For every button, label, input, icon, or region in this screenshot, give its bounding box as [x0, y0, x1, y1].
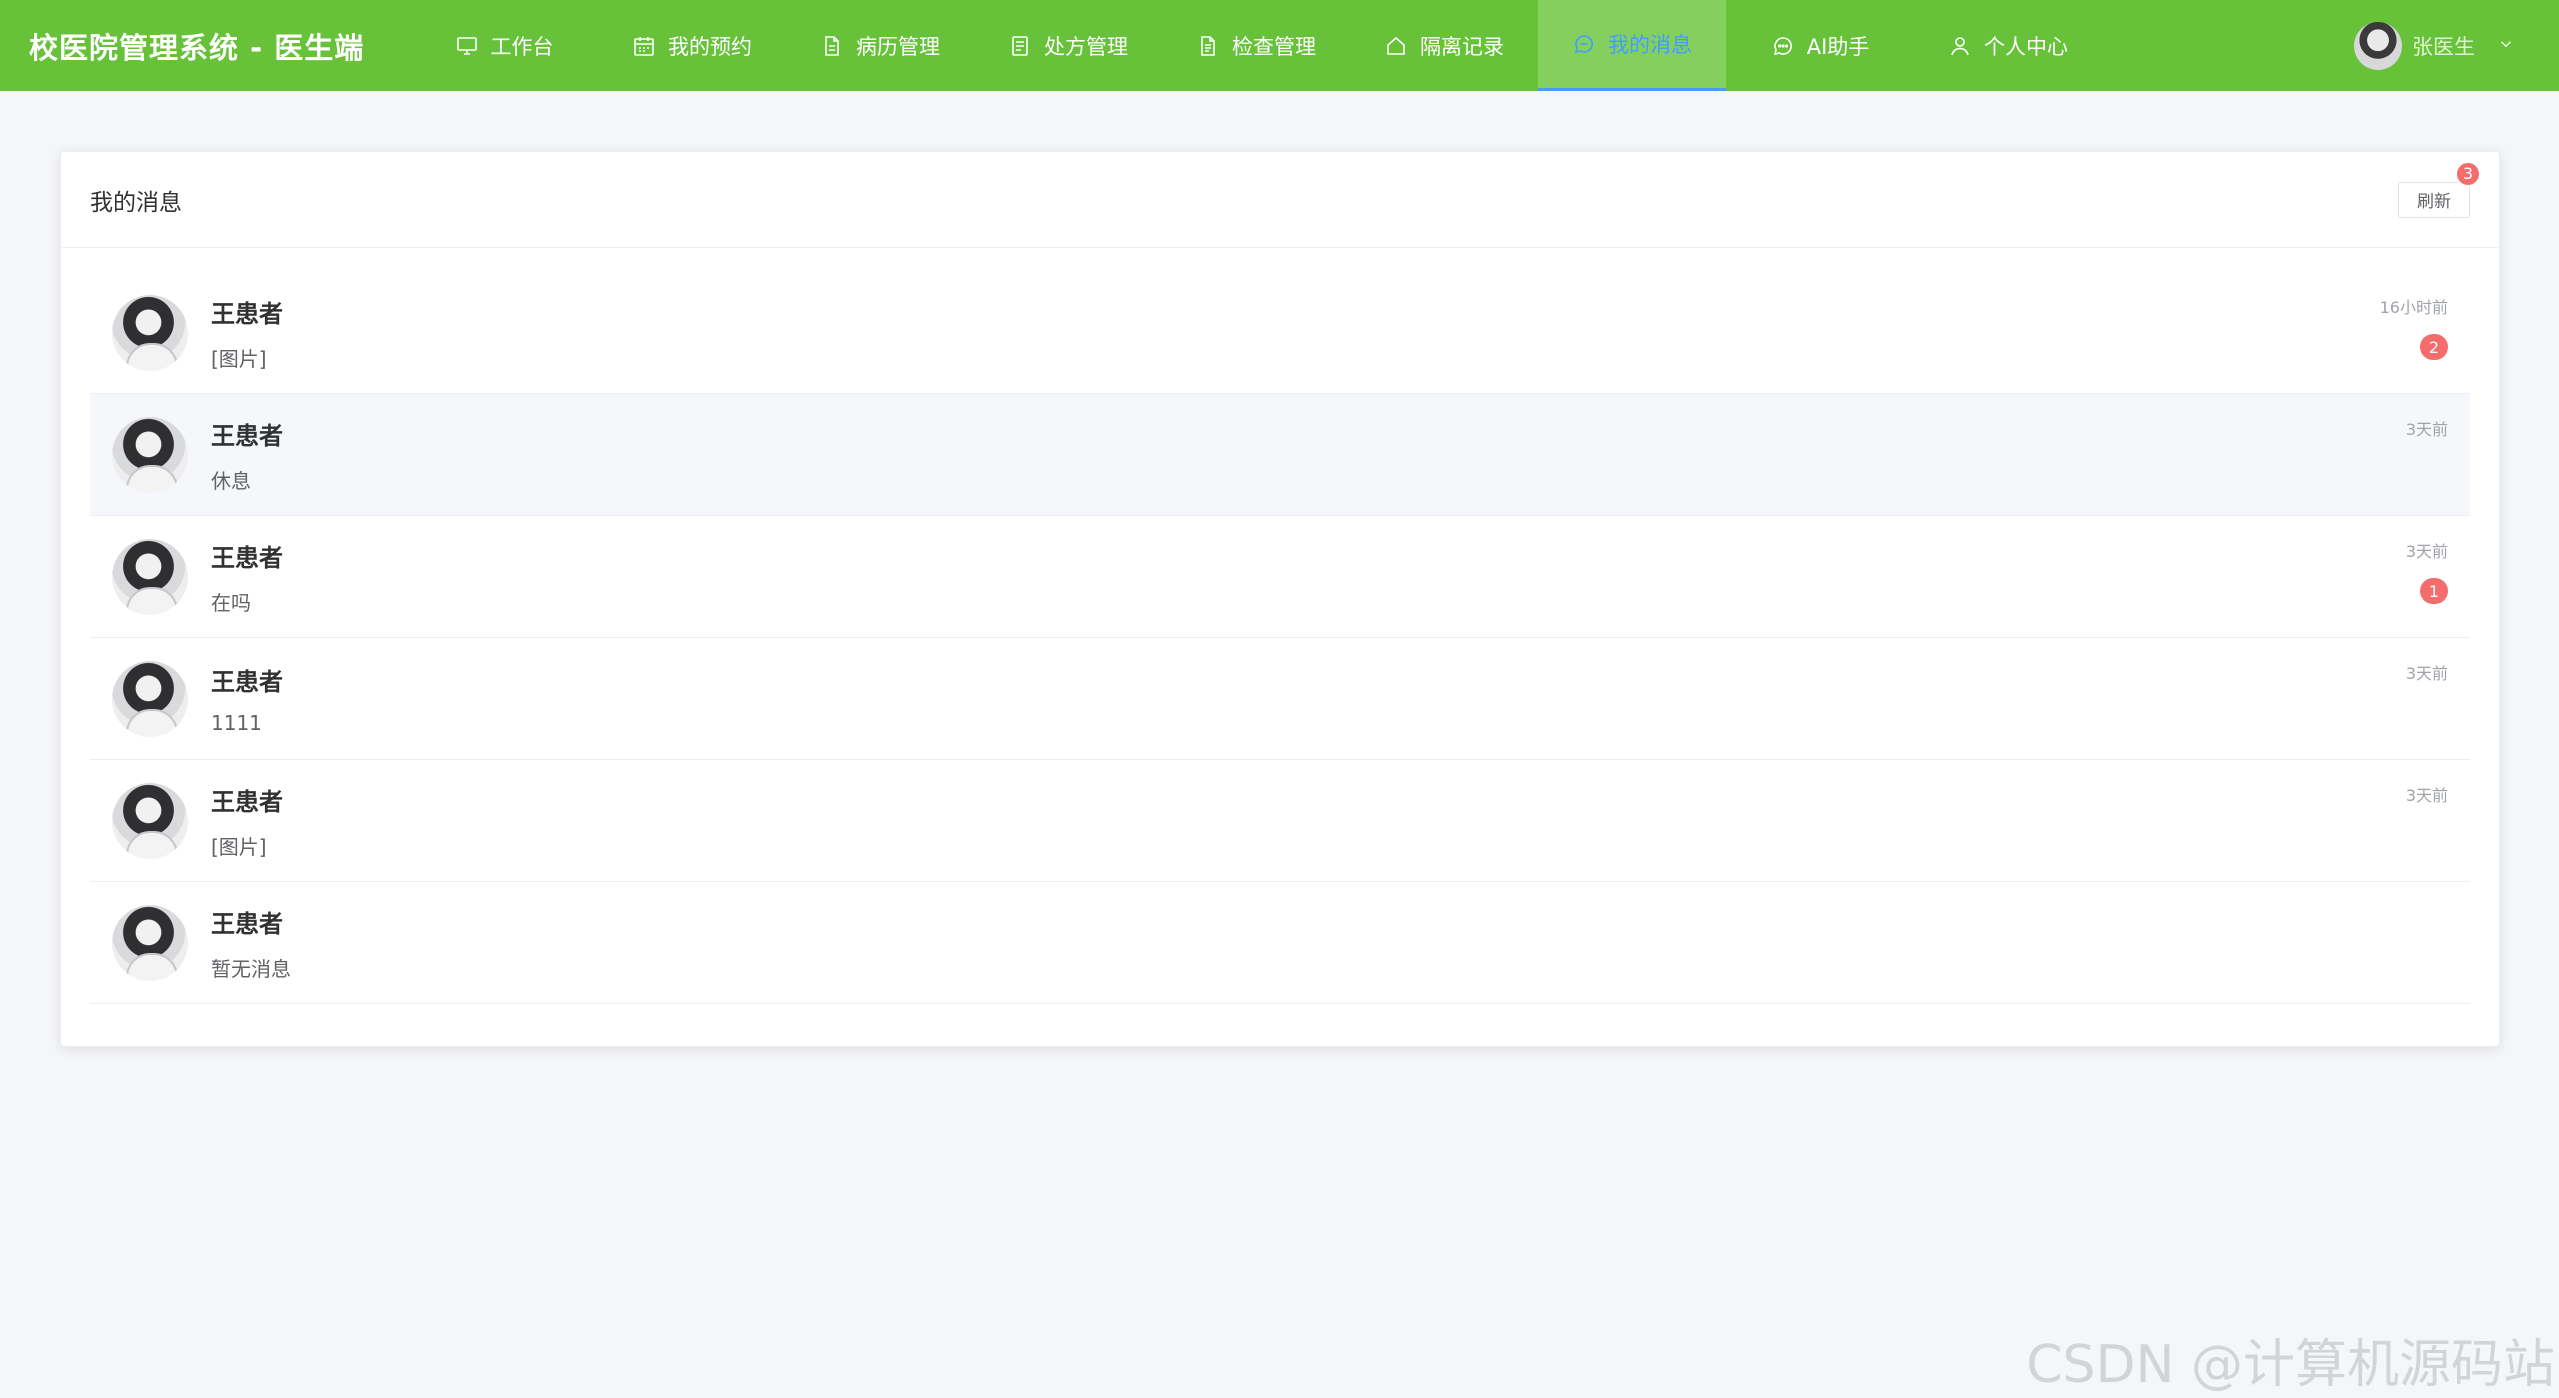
nav-item-workbench[interactable]: 工作台 [410, 0, 598, 91]
list-document-icon [1008, 34, 1032, 58]
message-meta: 3天前 1 [2406, 538, 2448, 604]
message-item[interactable]: 王患者 [图片] 3天前 [90, 760, 2470, 882]
message-body: 王患者 [图片] [211, 294, 2448, 372]
message-preview: 在吗 [211, 590, 251, 615]
messages-card: 我的消息 刷新 3 王患者 [图片] 16小时前 2 王患者 休息 3天前 王患… [60, 151, 2500, 1047]
message-item[interactable]: 王患者 暂无消息 [90, 882, 2470, 1004]
nav-item-my-appointments[interactable]: 我的预约 [598, 0, 786, 91]
message-list: 王患者 [图片] 16小时前 2 王患者 休息 3天前 王患者 在吗 3天前 1… [61, 272, 2499, 1004]
refresh-button-label: 刷新 [2417, 192, 2451, 212]
avatar [112, 294, 188, 371]
message-body: 王患者 [图片] [211, 782, 2448, 860]
sender-name: 王患者 [211, 668, 283, 696]
report-icon [1196, 34, 1220, 58]
top-navigation-bar: 校医院管理系统 - 医生端 工作台 我的预约 病历管理 处方管理 检查管理 隔离… [0, 0, 2559, 91]
nav-item-ai-assistant[interactable]: AI助手 [1726, 0, 1914, 91]
message-body: 王患者 暂无消息 [211, 904, 2448, 982]
message-body: 王患者 休息 [211, 416, 2448, 494]
nav-item-label: AI助手 [1806, 34, 1870, 59]
card-header: 我的消息 刷新 3 [61, 152, 2499, 248]
chevron-down-icon [2497, 34, 2515, 58]
nav-item-prescriptions[interactable]: 处方管理 [974, 0, 1162, 91]
nav-item-my-messages[interactable]: 我的消息 [1538, 0, 1726, 91]
nav-item-label: 病历管理 [856, 34, 940, 59]
avatar [112, 904, 188, 981]
sender-name: 王患者 [211, 299, 283, 328]
unread-badge: 1 [2420, 578, 2448, 604]
message-item[interactable]: 王患者 [图片] 16小时前 2 [90, 272, 2470, 394]
message-preview: 休息 [211, 468, 251, 493]
message-item[interactable]: 王患者 休息 3天前 [90, 394, 2470, 516]
calendar-icon [632, 34, 656, 58]
nav-item-examinations[interactable]: 检查管理 [1162, 0, 1350, 91]
document-icon [820, 34, 844, 58]
avatar [112, 782, 188, 859]
nav-item-label: 个人中心 [1984, 34, 2068, 59]
watermark: CSDN @计算机源码站 [2026, 1335, 2555, 1395]
message-time: 3天前 [2405, 664, 2448, 683]
message-meta: 16小时前 2 [2380, 294, 2448, 360]
avatar [112, 538, 188, 615]
message-preview: 暂无消息 [211, 956, 291, 981]
message-meta: 3天前 [2406, 782, 2448, 806]
message-body: 王患者 1111 [211, 662, 2448, 735]
sender-name: 王患者 [211, 787, 283, 816]
message-preview: [图片] [211, 834, 267, 859]
unread-badge: 2 [2420, 334, 2448, 360]
nav-item-medical-records[interactable]: 病历管理 [786, 0, 974, 91]
unread-total-badge: 3 [2454, 160, 2481, 187]
avatar [112, 660, 188, 737]
user-name: 张医生 [2412, 34, 2475, 59]
app-title: 校医院管理系统 - 医生端 [29, 30, 365, 65]
message-time: 3天前 [2405, 542, 2448, 561]
sender-name: 王患者 [211, 421, 283, 450]
message-preview: 1111 [211, 711, 262, 735]
main-nav: 工作台 我的预约 病历管理 处方管理 检查管理 隔离记录 我的消息 AI助手 个… [410, 0, 2102, 91]
nav-item-label: 隔离记录 [1420, 34, 1504, 59]
nav-item-label: 我的消息 [1608, 33, 1692, 57]
monitor-icon [455, 34, 479, 58]
user-menu-trigger[interactable]: 张医生 [2354, 21, 2515, 70]
sender-name: 王患者 [211, 543, 283, 572]
card-title: 我的消息 [90, 189, 182, 216]
house-icon [1384, 34, 1408, 58]
nav-item-label: 工作台 [490, 34, 554, 59]
message-item[interactable]: 王患者 1111 3天前 [90, 638, 2470, 760]
message-meta: 3天前 [2406, 416, 2448, 440]
nav-item-isolation-records[interactable]: 隔离记录 [1350, 0, 1538, 91]
message-preview: [图片] [211, 346, 267, 371]
message-meta: 3天前 [2406, 660, 2448, 684]
chat-bubble-icon [1572, 32, 1596, 56]
message-body: 王患者 在吗 [211, 538, 2448, 616]
user-icon [1948, 34, 1972, 58]
nav-item-profile[interactable]: 个人中心 [1914, 0, 2102, 91]
message-time: 16小时前 [2379, 298, 2448, 317]
message-item[interactable]: 王患者 在吗 3天前 1 [90, 516, 2470, 638]
message-time: 3天前 [2405, 420, 2448, 439]
nav-item-label: 检查管理 [1232, 34, 1316, 59]
message-time: 3天前 [2405, 786, 2448, 805]
chat-dots-icon [1771, 34, 1795, 58]
nav-item-label: 我的预约 [668, 34, 752, 59]
nav-item-label: 处方管理 [1044, 34, 1128, 59]
sender-name: 王患者 [211, 909, 283, 938]
avatar [112, 416, 188, 493]
avatar [2354, 21, 2402, 70]
refresh-button[interactable]: 刷新 3 [2398, 160, 2481, 218]
